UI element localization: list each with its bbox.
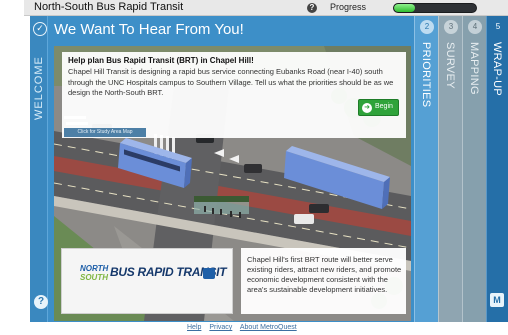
tab-number: 4 bbox=[468, 20, 482, 34]
info-note-text: Chapel Hill's first BRT route will bette… bbox=[247, 255, 402, 294]
tab-number: 3 bbox=[444, 20, 458, 34]
top-bar: North-South Bus Rapid Transit ? Progress bbox=[24, 0, 508, 16]
check-icon: ✓ bbox=[33, 22, 47, 36]
metroquest-logo-icon[interactable]: M bbox=[490, 293, 504, 307]
app-title: North-South Bus Rapid Transit bbox=[34, 1, 184, 13]
welcome-label: WELCOME bbox=[33, 56, 45, 120]
tab-survey[interactable]: 3 SURVEY bbox=[438, 16, 462, 322]
tab-label: SURVEY bbox=[444, 42, 456, 89]
arrow-right-icon: ➜ bbox=[362, 103, 372, 113]
tab-priorities[interactable]: 2 PRIORITIES bbox=[414, 16, 438, 322]
brt-logo-card: NORTH SOUTH BUS RAPID TRANSIT bbox=[61, 248, 233, 314]
tab-label: MAPPING bbox=[468, 42, 480, 95]
footer: Help Privacy About MetroQuest bbox=[0, 322, 508, 335]
logo-south: SOUTH bbox=[80, 273, 108, 282]
about-metroquest-link[interactable]: About MetroQuest bbox=[240, 324, 297, 331]
tab-label: PRIORITIES bbox=[420, 42, 432, 108]
progress-fill bbox=[394, 4, 415, 12]
progress-label: Progress bbox=[330, 2, 367, 12]
study-area-map-link[interactable]: Click for Study Area Map bbox=[64, 128, 146, 137]
footer-links: Help Privacy About MetroQuest bbox=[187, 324, 303, 331]
logo-north: NORTH bbox=[80, 264, 109, 273]
page-heading: We Want To Hear From You! bbox=[54, 21, 244, 38]
tab-wrap-up[interactable]: 5 WRAP-UP bbox=[486, 16, 508, 322]
help-icon-bottom[interactable]: ? bbox=[34, 295, 48, 309]
tab-number: 2 bbox=[420, 20, 434, 34]
help-link[interactable]: Help bbox=[187, 324, 201, 331]
privacy-link[interactable]: Privacy bbox=[209, 324, 232, 331]
intro-card: Help plan Bus Rapid Transit (BRT) in Cha… bbox=[62, 52, 406, 138]
help-icon[interactable]: ? bbox=[307, 3, 317, 13]
bus-icon bbox=[203, 268, 215, 279]
tab-mapping[interactable]: 4 MAPPING bbox=[462, 16, 486, 322]
tab-label: WRAP-UP bbox=[491, 42, 503, 97]
intro-body: Chapel Hill Transit is designing a rapid… bbox=[68, 67, 394, 97]
tab-number: 5 bbox=[495, 22, 501, 31]
info-note-card: Chapel Hill's first BRT route will bette… bbox=[241, 248, 406, 314]
progress-bar bbox=[393, 3, 477, 13]
begin-label: Begin bbox=[375, 103, 393, 110]
intro-heading: Help plan Bus Rapid Transit (BRT) in Cha… bbox=[68, 56, 254, 65]
app-root: North-South Bus Rapid Transit ? Progress bbox=[0, 0, 508, 335]
begin-button[interactable]: ➜ Begin bbox=[358, 99, 399, 116]
